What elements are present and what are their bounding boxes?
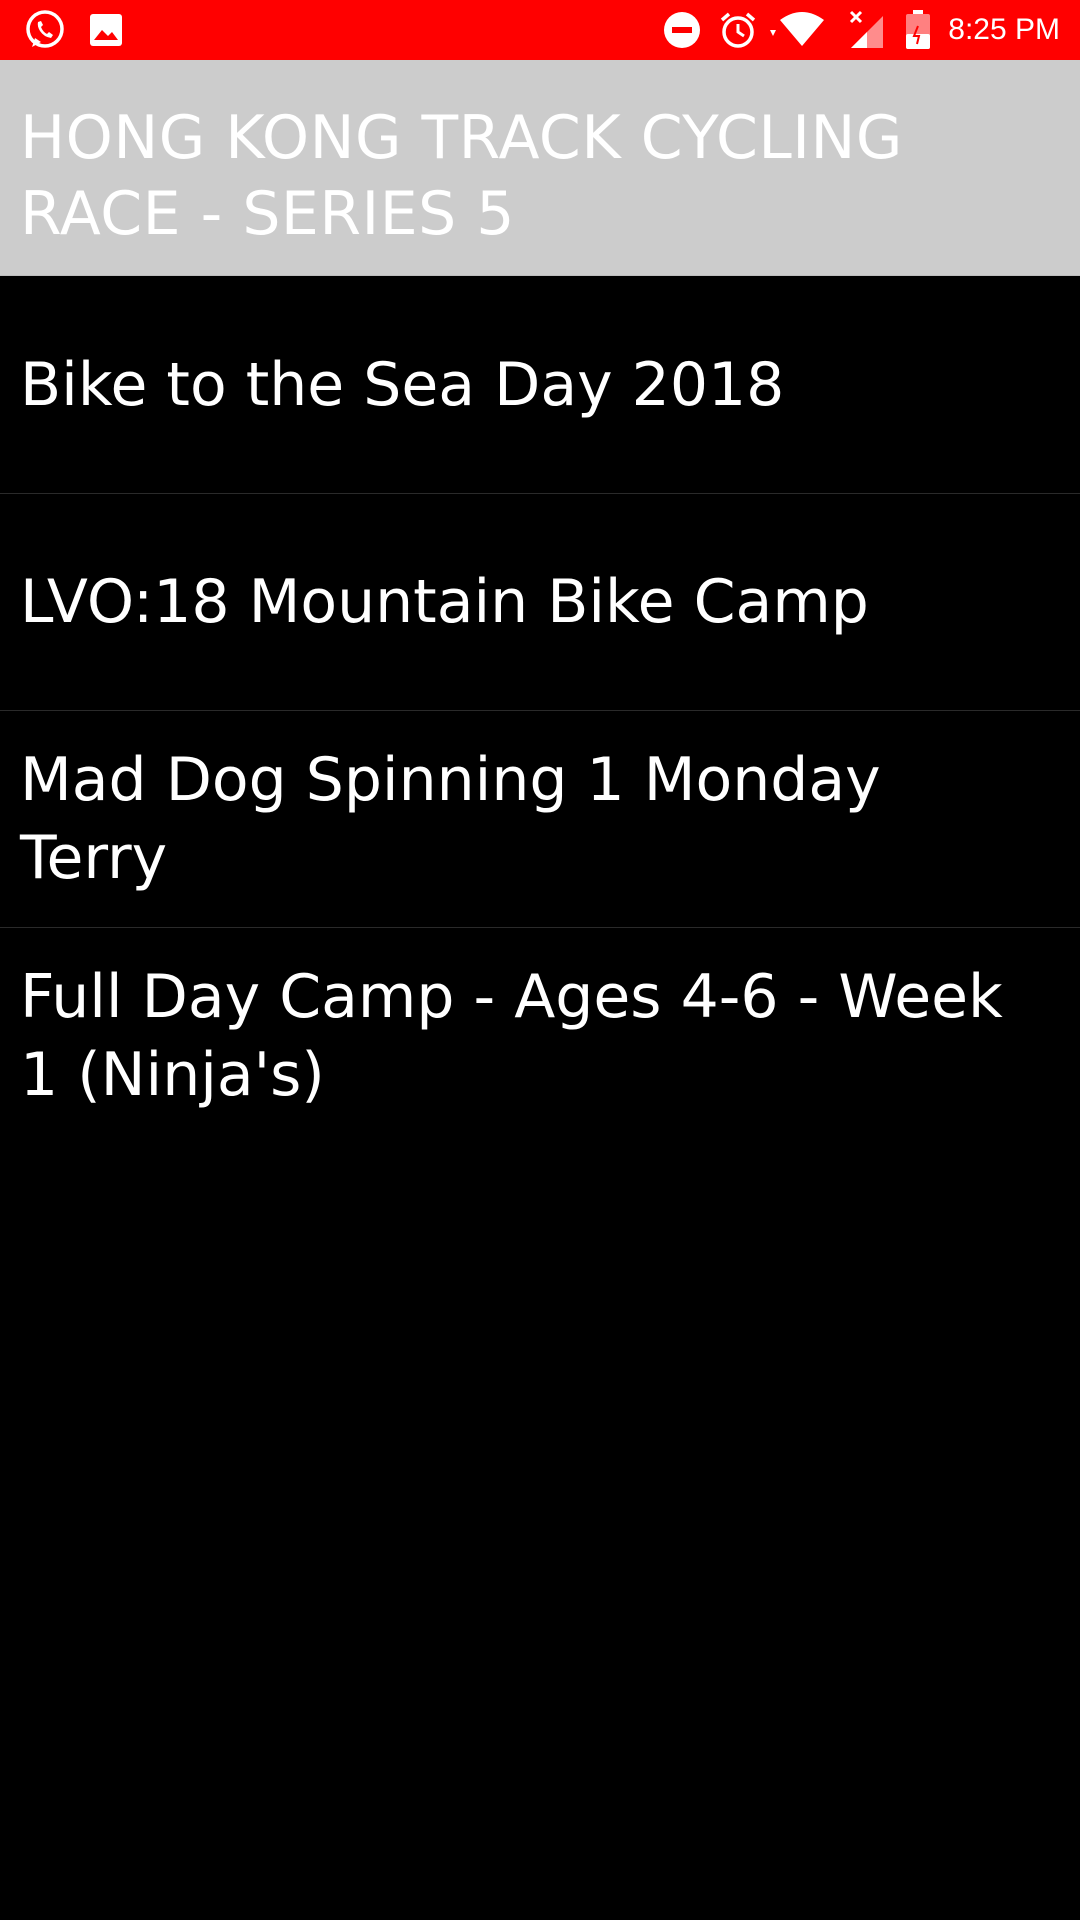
page-title: HONG KONG TRACK CYCLING RACE - SERIES 5 (20, 103, 903, 249)
list-item[interactable]: Bike to the Sea Day 2018 (0, 277, 1080, 494)
list-item[interactable]: LVO:18 Mountain Bike Camp (0, 494, 1080, 711)
do-not-disturb-icon (662, 0, 702, 60)
list-item-label: Bike to the Sea Day 2018 (20, 350, 785, 420)
signal-icon (846, 0, 886, 60)
list-item[interactable]: Mad Dog Spinning 1 Monday Terry (0, 711, 1080, 928)
wifi-icon (768, 0, 826, 60)
list-item-label: Full Day Camp - Ages 4-6 - Week 1 (Ninja… (20, 962, 1003, 1110)
list-item-label: Mad Dog Spinning 1 Monday Terry (20, 745, 881, 893)
battery-icon (900, 0, 936, 60)
whatsapp-icon (20, 0, 70, 60)
alarm-icon (716, 0, 760, 60)
gallery-icon (86, 0, 126, 60)
list-item[interactable]: Full Day Camp - Ages 4-6 - Week 1 (Ninja… (0, 928, 1080, 1145)
app-header: HONG KONG TRACK CYCLING RACE - SERIES 5 (0, 60, 1080, 276)
status-time: 8:25 PM (948, 13, 1060, 46)
list-item-label: LVO:18 Mountain Bike Camp (20, 567, 869, 637)
event-list: Bike to the Sea Day 2018 LVO:18 Mountain… (0, 277, 1080, 1145)
status-bar: 8:25 PM (0, 0, 1080, 60)
